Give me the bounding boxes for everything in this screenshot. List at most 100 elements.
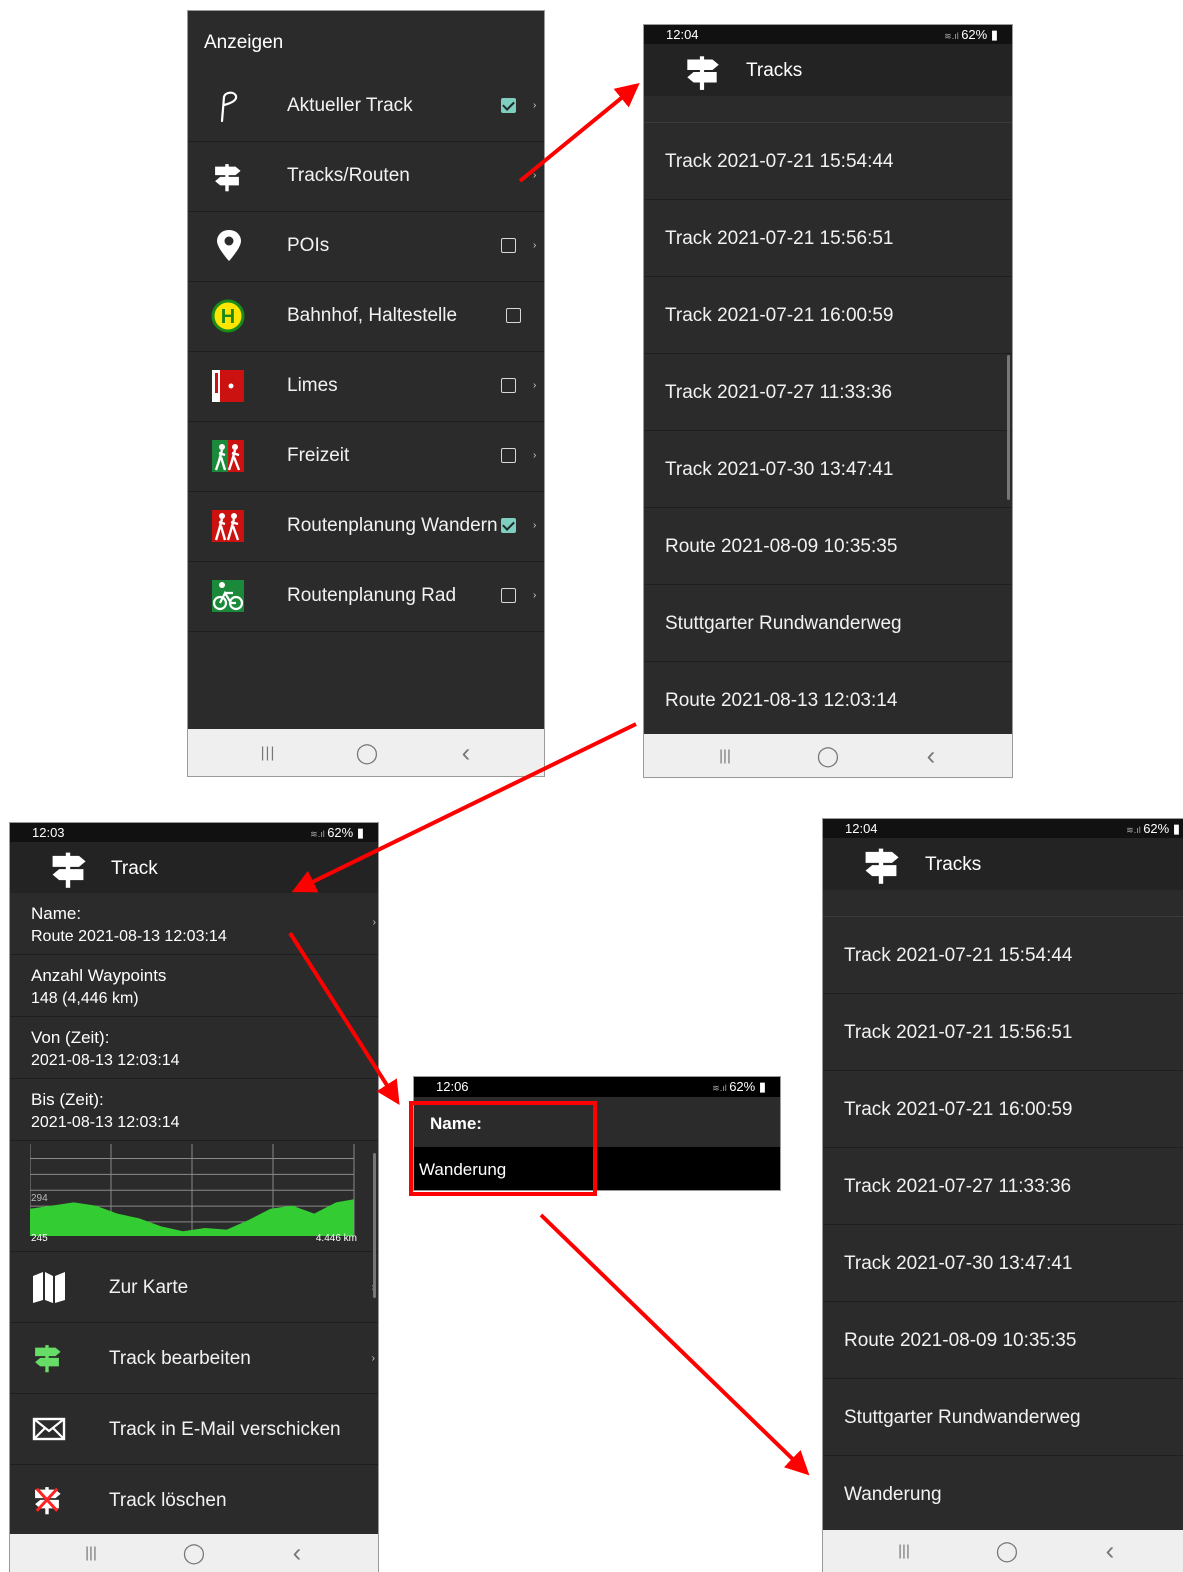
- list-item[interactable]: Track 2021-07-21 15:56:51: [823, 994, 1183, 1071]
- track-name: Stuttgarter Rundwanderweg: [665, 613, 902, 634]
- elevation-chart-row: 294 245 4.446 km: [10, 1141, 378, 1252]
- track-name: Track 2021-07-30 13:47:41: [844, 1253, 1073, 1274]
- list-item[interactable]: Stuttgarter Rundwanderweg: [823, 1379, 1183, 1456]
- list-item[interactable]: Track 2021-07-27 11:33:36: [823, 1148, 1183, 1225]
- scrollbar[interactable]: [373, 1153, 376, 1298]
- menu-item-routenplanung-rad[interactable]: Routenplanung Rad ›: [188, 561, 544, 632]
- checkbox-pois[interactable]: [501, 238, 516, 253]
- checkbox-freizeit[interactable]: [501, 448, 516, 463]
- menu-item-label: Freizeit: [287, 445, 350, 466]
- field-label: Bis (Zeit):: [31, 1090, 104, 1109]
- checkbox-bahnhof[interactable]: [506, 308, 521, 323]
- checkbox-aktueller-track[interactable]: [501, 98, 516, 113]
- menu-item-pois[interactable]: POIs ›: [188, 211, 544, 282]
- status-bar: 12:04 ≋.ıl 62% ▮: [644, 25, 1012, 44]
- checkbox-rad[interactable]: [501, 588, 516, 603]
- tracks-screen-after: 12:04 ≋.ıl 62% ▮ Tracks Track 2021-07-21…: [822, 818, 1183, 1572]
- field-value: 148 (4,446 km): [31, 990, 139, 1007]
- status-icons: ≋.ıl 62% ▮: [944, 27, 998, 42]
- tracks-list: Track 2021-07-21 15:54:44 Track 2021-07-…: [644, 123, 1012, 739]
- list-item[interactable]: Track 2021-07-21 15:54:44: [644, 123, 1012, 200]
- nav-bar: ||| ◯ ‹: [823, 1530, 1183, 1572]
- list-item[interactable]: Track 2021-07-21 16:00:59: [823, 1071, 1183, 1148]
- app-bar: Track: [10, 842, 378, 893]
- menu-item-aktueller-track[interactable]: Aktueller Track ›: [188, 71, 544, 142]
- envelope-icon: [32, 1417, 66, 1441]
- list-spacer: [823, 890, 1183, 917]
- track-detail-screen: 12:03 ≋.ıl 62% ▮ Track Name: Route 2021-…: [9, 822, 379, 1572]
- track-name: Track 2021-07-21 16:00:59: [844, 1099, 1073, 1120]
- action-track-email[interactable]: Track in E-Mail verschicken: [10, 1394, 378, 1465]
- track-name: Track 2021-07-27 11:33:36: [665, 382, 893, 403]
- recent-apps-button[interactable]: |||: [85, 1545, 97, 1562]
- status-bar: 12:06 ≋.ıl 62% ▮: [414, 1077, 780, 1097]
- page-title: Tracks: [746, 60, 803, 81]
- list-item[interactable]: Stuttgarter Rundwanderweg: [644, 585, 1012, 662]
- checkbox-wandern[interactable]: [501, 518, 516, 533]
- menu-item-limes[interactable]: Limes ›: [188, 351, 544, 422]
- map-pin-icon: [217, 230, 241, 261]
- menu-item-tracks-routen[interactable]: Tracks/Routen ›: [188, 141, 544, 212]
- list-item[interactable]: Track 2021-07-27 11:33:36: [644, 354, 1012, 431]
- field-name[interactable]: Name: Route 2021-08-13 12:03:14 ›: [10, 893, 378, 955]
- menu-screen: Anzeigen Aktueller Track › Tracks/Routen…: [187, 10, 545, 777]
- page-title: Tracks: [925, 854, 982, 875]
- track-name: Track 2021-07-21 15:56:51: [844, 1022, 1073, 1043]
- back-button[interactable]: ‹: [927, 740, 936, 771]
- action-track-loeschen[interactable]: Track löschen: [10, 1465, 378, 1535]
- chevron-right-icon: ›: [533, 520, 537, 531]
- signpost-icon: [680, 50, 724, 92]
- recent-apps-button[interactable]: |||: [719, 747, 731, 764]
- list-item[interactable]: Track 2021-07-21 16:00:59: [644, 277, 1012, 354]
- list-item[interactable]: Route 2021-08-13 12:03:14: [644, 662, 1012, 739]
- status-time: 12:04: [666, 27, 699, 42]
- status-time: 12:04: [845, 821, 878, 836]
- back-button[interactable]: ‹: [1106, 1536, 1115, 1567]
- track-name: Track 2021-07-27 11:33:36: [844, 1176, 1072, 1197]
- highlight-box: [409, 1101, 597, 1196]
- recent-apps-button[interactable]: |||: [261, 744, 276, 761]
- action-track-bearbeiten[interactable]: Track bearbeiten ›: [10, 1323, 378, 1394]
- list-item[interactable]: Track 2021-07-30 13:47:41: [644, 431, 1012, 508]
- list-item[interactable]: Track 2021-07-21 15:54:44: [823, 917, 1183, 994]
- field-von: Von (Zeit): 2021-08-13 12:03:14: [10, 1017, 378, 1079]
- scrollbar[interactable]: [1007, 355, 1010, 500]
- list-item[interactable]: Track 2021-07-30 13:47:41: [823, 1225, 1183, 1302]
- action-zur-karte[interactable]: Zur Karte ›: [10, 1252, 378, 1323]
- menu-item-freizeit[interactable]: Freizeit ›: [188, 421, 544, 492]
- field-waypoints: Anzahl Waypoints 148 (4,446 km): [10, 955, 378, 1017]
- menu-item-bahnhof-haltestelle[interactable]: H Bahnhof, Haltestelle: [188, 281, 544, 352]
- menu-item-label: Routenplanung Rad: [287, 585, 457, 606]
- back-button[interactable]: ‹: [462, 737, 471, 768]
- home-button[interactable]: ◯: [817, 743, 839, 768]
- home-button[interactable]: ◯: [996, 1539, 1018, 1564]
- nav-bar: ||| ◯ ‹: [10, 1534, 378, 1572]
- battery-level: 62%: [1143, 821, 1170, 836]
- action-label: Zur Karte: [109, 1277, 189, 1298]
- home-button[interactable]: ◯: [183, 1541, 205, 1566]
- field-value: 2021-08-13 12:03:14: [31, 1114, 180, 1131]
- status-icons: ≋.ıl 62% ▮: [310, 825, 364, 840]
- list-item[interactable]: Wanderung: [823, 1456, 1183, 1533]
- status-time: 12:03: [32, 825, 65, 840]
- app-bar: Tracks: [644, 44, 1012, 96]
- status-bar: 12:04 ≋.ıl 62% ▮: [823, 819, 1183, 838]
- signal-icon: ≋.ıl: [712, 1083, 730, 1093]
- checkbox-limes[interactable]: [501, 378, 516, 393]
- chevron-right-icon: ›: [371, 1353, 375, 1364]
- list-item[interactable]: Track 2021-07-21 15:56:51: [644, 200, 1012, 277]
- home-button[interactable]: ◯: [356, 740, 378, 765]
- list-item[interactable]: Route 2021-08-09 10:35:35: [823, 1302, 1183, 1379]
- menu-item-label: Routenplanung Wandern: [287, 515, 498, 536]
- list-item[interactable]: Route 2021-08-09 10:35:35: [644, 508, 1012, 585]
- track-name: Route 2021-08-13 12:03:14: [665, 690, 898, 711]
- elevation-chart: 294 245 4.446 km: [30, 1144, 357, 1244]
- chevron-right-icon: ›: [533, 380, 537, 391]
- field-value: Route 2021-08-13 12:03:14: [31, 928, 227, 945]
- menu-item-label: Bahnhof, Haltestelle: [287, 305, 458, 326]
- edit-signpost-icon: [35, 1345, 61, 1373]
- back-button[interactable]: ‹: [293, 1538, 302, 1569]
- menu-item-routenplanung-wandern[interactable]: Routenplanung Wandern ›: [188, 491, 544, 562]
- recent-apps-button[interactable]: |||: [898, 1543, 910, 1560]
- hiking-icon: [212, 510, 244, 542]
